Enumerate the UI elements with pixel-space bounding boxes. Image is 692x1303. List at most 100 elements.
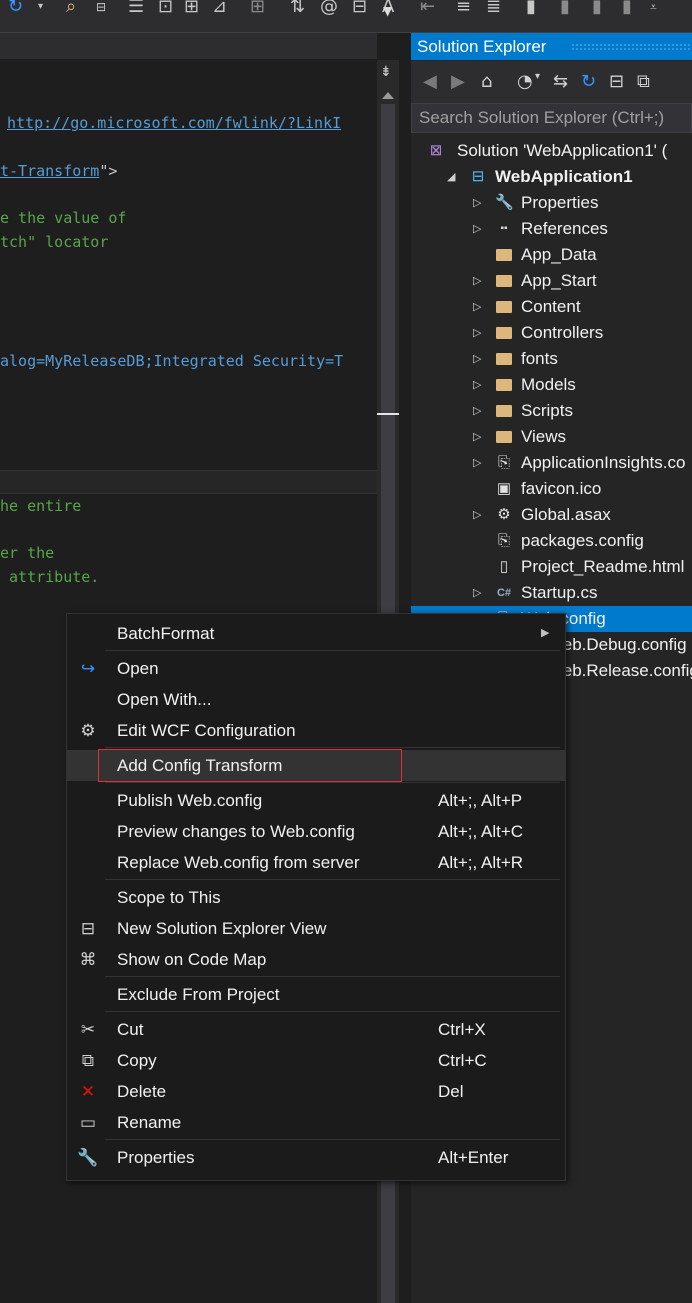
tree-item[interactable]: ▷ Views — [411, 424, 692, 450]
menu-item-rename[interactable]: ▭ Rename — [67, 1107, 565, 1138]
hierarchy-icon[interactable]: ⊞ — [184, 0, 199, 16]
expand-arrow-icon[interactable]: ▷ — [473, 294, 485, 320]
tree-item-label: WebApplication1 — [495, 167, 633, 186]
menu-item-new-solution-explorer-view[interactable]: ⊟ New Solution Explorer View — [67, 913, 565, 944]
redo-dropdown-icon[interactable]: ▾ — [38, 0, 43, 14]
asax-file-icon: ⚙ — [497, 506, 511, 523]
menu-item-cut[interactable]: ✂ Cut Ctrl+X — [67, 1014, 565, 1045]
solution-icon: ⊠ — [429, 142, 443, 159]
tree-item-label: Startup.cs — [521, 583, 598, 602]
tree-item[interactable]: ▷ Content — [411, 294, 692, 320]
menu-item-properties[interactable]: 🔧 Properties Alt+Enter — [67, 1142, 565, 1173]
show-all-files-icon[interactable]: ⧉ — [637, 71, 650, 92]
expand-arrow-icon[interactable]: ▷ — [473, 398, 485, 424]
folder-icon — [495, 320, 513, 348]
expand-arrow-icon[interactable]: ▷ — [473, 424, 485, 450]
menu-item-publish-web-config[interactable]: Publish Web.config Alt+;, Alt+P — [67, 785, 565, 816]
menu-item-edit-wcf-configuration[interactable]: ⚙ Edit WCF Configuration — [67, 715, 565, 746]
menu-item-show-on-code-map[interactable]: ⌘ Show on Code Map — [67, 944, 565, 975]
tree-item[interactable]: App_Data — [411, 242, 692, 268]
wrench-icon: 🔧 — [77, 1148, 99, 1167]
menu-item-replace-web-config-from-server[interactable]: Replace Web.config from server Alt+;, Alt… — [67, 847, 565, 878]
expand-arrow-icon[interactable]: ▷ — [473, 190, 485, 216]
menu-item-open[interactable]: ↪ Open — [67, 653, 565, 684]
filter-dropdown-icon[interactable]: ▾ — [535, 71, 540, 82]
expand-arrow-icon[interactable]: ▷ — [473, 580, 485, 606]
redo-icon[interactable]: ↻ — [8, 0, 23, 16]
wrench-icon: 🔧 — [495, 194, 514, 211]
code-line: alog=MyReleaseDB;Integrated Security=T — [0, 351, 343, 371]
at-icon[interactable]: @ — [320, 0, 338, 16]
forward-icon[interactable]: ▶ — [451, 71, 465, 92]
toolbar-overflow-icon[interactable]: ⩡ — [650, 0, 657, 14]
tree-item[interactable]: ▷ App_Start — [411, 268, 692, 294]
tree-icon[interactable]: ⊞ — [250, 0, 265, 16]
sort-icon[interactable]: ⇅ — [290, 0, 305, 16]
tree-item[interactable]: ▷ Controllers — [411, 320, 692, 346]
tree-item[interactable]: ▷ Scripts — [411, 398, 692, 424]
tab-dropdown-icon[interactable]: ▼ — [383, 4, 392, 18]
tree-item[interactable]: ◢ ⊟ WebApplication1 — [411, 164, 692, 190]
align-left-icon[interactable]: ≡ — [456, 0, 471, 16]
menu-item-exclude-from-project[interactable]: Exclude From Project — [67, 979, 565, 1010]
back-icon[interactable]: ◀ — [423, 71, 437, 92]
solution-explorer-title-bar[interactable]: Solution Explorer — [411, 33, 692, 60]
tree-item[interactable]: ▷ ▪▪ References — [411, 216, 692, 242]
tree-item[interactable]: ▯ Project_Readme.html — [411, 554, 692, 580]
toolbar-options-icon[interactable]: ⊟ — [96, 0, 106, 14]
tree-item[interactable]: ▷ ⚙ Global.asax — [411, 502, 692, 528]
tree-item[interactable]: ⊠ Solution 'WebApplication1' ( — [411, 138, 692, 164]
menu-item-label: Exclude From Project — [117, 985, 280, 1004]
layout-icon[interactable]: ⊡ — [158, 0, 173, 16]
expand-arrow-icon[interactable]: ▷ — [473, 502, 485, 528]
refresh-icon[interactable]: ↻ — [581, 71, 596, 92]
expand-arrow-icon[interactable]: ▷ — [473, 216, 485, 242]
collapse-arrow-icon[interactable]: ◢ — [447, 164, 459, 190]
collapse-all-icon[interactable]: ⊟ — [609, 71, 624, 92]
tree-item[interactable]: ▣ favicon.ico — [411, 476, 692, 502]
tree-item[interactable]: ▷ Models — [411, 372, 692, 398]
menu-item-label: Copy — [117, 1051, 157, 1070]
menu-separator — [105, 782, 560, 783]
expand-arrow-icon[interactable]: ▷ — [473, 372, 485, 398]
expand-arrow-icon[interactable]: ▷ — [473, 320, 485, 346]
tree-item[interactable]: ▷ fonts — [411, 346, 692, 372]
tree-item-label: References — [521, 219, 608, 238]
code-token[interactable]: t-Transform — [0, 162, 99, 180]
code-token[interactable]: http://go.microsoft.com/fwlink/?LinkI — [7, 114, 341, 132]
clear-bookmark-icon[interactable]: ▮ — [622, 0, 632, 16]
tree-item[interactable]: ▷ ⎘ ApplicationInsights.co — [411, 450, 692, 476]
scroll-up-arrow-icon[interactable] — [382, 92, 394, 99]
scissors-icon: ✂ — [80, 1020, 96, 1039]
next-bookmark-icon[interactable]: ▮ — [592, 0, 602, 16]
solution-explorer-search-input[interactable]: Search Solution Explorer (Ctrl+;) — [411, 103, 692, 133]
menu-item-open-with[interactable]: Open With... — [67, 684, 565, 715]
tree-item-label: Controllers — [521, 323, 604, 342]
indent-icon[interactable]: ⇤ — [420, 0, 435, 16]
menu-item-copy[interactable]: ⧉ Copy Ctrl+C — [67, 1045, 565, 1076]
menu-item-delete[interactable]: ✕ Delete Del — [67, 1076, 565, 1107]
list-icon[interactable]: ☰ — [128, 0, 144, 16]
tree-item-label: Global.asax — [521, 505, 611, 524]
menu-item-preview-changes-to-web-config[interactable]: Preview changes to Web.config Alt+;, Alt+… — [67, 816, 565, 847]
home-icon[interactable]: ⌂ — [481, 71, 492, 92]
prev-bookmark-icon[interactable]: ▮ — [560, 0, 570, 16]
split-window-icon[interactable]: ⇟ — [380, 64, 392, 80]
tree-item[interactable]: ▷ C# Startup.cs — [411, 580, 692, 606]
tree-item[interactable]: ⎘ packages.config — [411, 528, 692, 554]
expand-arrow-icon[interactable]: ▷ — [473, 268, 485, 294]
tree-item[interactable]: ▷ 🔧 Properties — [411, 190, 692, 216]
find-icon[interactable]: ⌕ — [66, 0, 76, 16]
field-icon[interactable]: ⊟ — [352, 0, 367, 16]
outdent-icon[interactable]: ≣ — [486, 0, 501, 16]
code-line: tch" locator — [0, 232, 108, 252]
tool-icon[interactable]: ⊿ — [212, 0, 227, 16]
sync-icon[interactable]: ⇆ — [553, 71, 568, 92]
code-token: alog=MyReleaseDB;Integrated Security=T — [0, 352, 344, 370]
menu-item-scope-to-this[interactable]: Scope to This — [67, 882, 565, 913]
expand-arrow-icon[interactable]: ▷ — [473, 346, 485, 372]
bookmark-icon[interactable]: ▮ — [526, 0, 536, 16]
menu-item-batchformat[interactable]: BatchFormat ▶ — [67, 618, 565, 649]
pending-changes-filter-icon[interactable]: ◔ — [517, 71, 533, 92]
expand-arrow-icon[interactable]: ▷ — [473, 450, 485, 476]
